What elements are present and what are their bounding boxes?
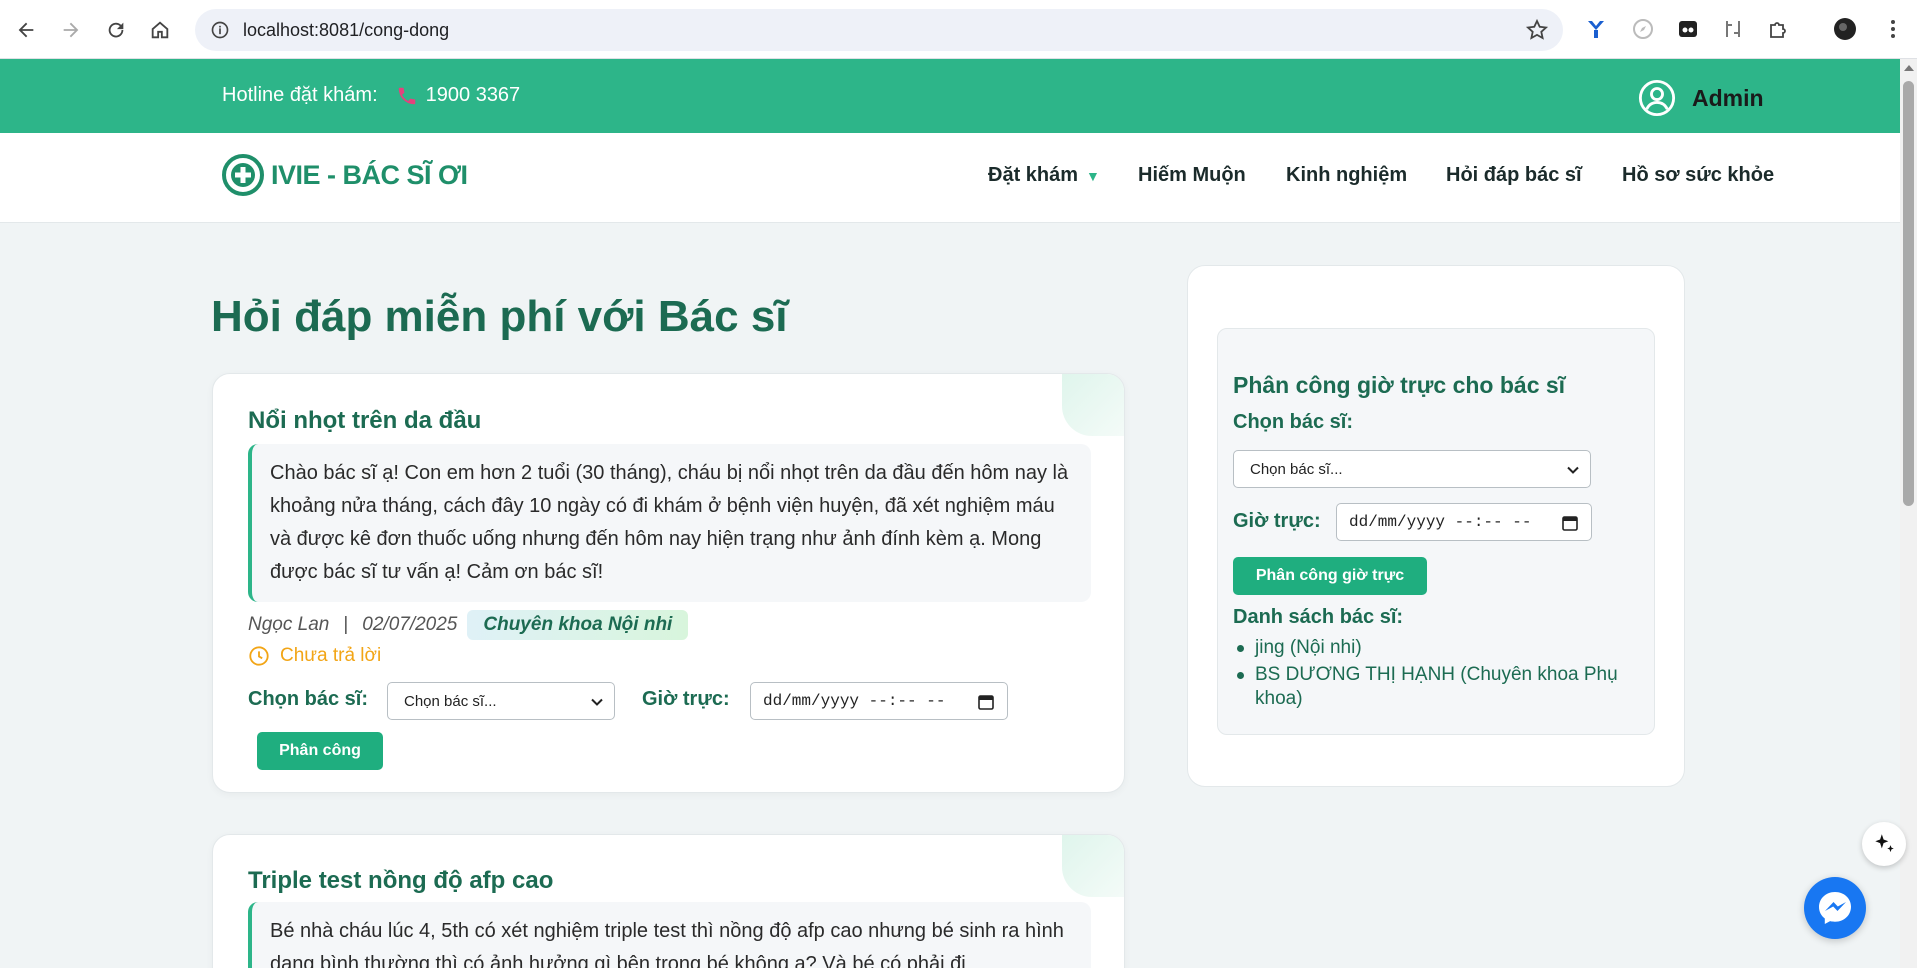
scrollbar-thumb[interactable] [1903, 81, 1914, 506]
nav-hoi-dap-bac-si[interactable]: Hỏi đáp bác sĩ [1446, 164, 1582, 187]
doctor-list-label: Danh sách bác sĩ: [1233, 606, 1404, 628]
sidebar-doctor-select-value: Chọn bác sĩ... [1250, 460, 1343, 478]
card-corner-decoration [1062, 835, 1124, 897]
dropdown-caret-icon: ▼ [1086, 168, 1100, 184]
sidebar-doctor-select[interactable]: Chọn bác sĩ... [1233, 450, 1591, 488]
meta-separator: | [343, 614, 349, 635]
sidebar-time-label: Giờ trực: [1233, 510, 1321, 532]
extension-glasses-icon[interactable] [1675, 16, 1701, 42]
nav-ho-so-suc-khoe[interactable]: Hồ sơ sức khỏe [1622, 164, 1774, 187]
page-title: Hỏi đáp miễn phí với Bác sĩ [211, 292, 788, 341]
card-corner-decoration [1062, 374, 1124, 436]
home-icon[interactable] [144, 14, 176, 46]
scroll-up-icon[interactable] [1904, 65, 1914, 71]
assign-shift-button[interactable]: Phân công giờ trực [1233, 557, 1427, 595]
logo-text: IVIE - BÁC SĨ ƠI [271, 159, 468, 190]
answer-status: Chưa trả lời [248, 645, 381, 667]
messenger-chat-icon[interactable] [1804, 877, 1866, 939]
calendar-icon[interactable] [1561, 514, 1579, 532]
user-avatar-icon[interactable] [1638, 79, 1676, 117]
specialty-badge: Chuyên khoa Nội nhi [467, 610, 689, 640]
back-icon[interactable] [10, 14, 42, 46]
question-title[interactable]: Nổi nhọt trên da đầu [248, 407, 481, 435]
site-info-icon[interactable] [209, 19, 231, 41]
nav-label: Đặt khám [988, 164, 1079, 186]
browser-menu-icon[interactable] [1880, 16, 1906, 42]
doctor-list-item: BS DƯƠNG THỊ HẠNH (Chuyên khoa Phụ khoa) [1233, 663, 1643, 711]
doctor-select-label: Chọn bác sĩ: [248, 688, 369, 710]
forward-icon[interactable] [55, 14, 87, 46]
chevron-down-icon [1566, 463, 1580, 477]
site-logo[interactable]: IVIE - BÁC SĨ ƠI [221, 153, 468, 197]
question-author: Ngọc Lan [248, 614, 330, 635]
nav-hiem-muon[interactable]: Hiếm Muộn [1138, 164, 1246, 187]
reload-icon[interactable] [100, 14, 132, 46]
sidebar-shift-datetime-input[interactable]: dd/mm/yyyy --:-- -- [1336, 503, 1592, 541]
question-date: 02/07/2025 [362, 614, 458, 635]
doctor-list-item: jing (Nội nhi) [1233, 636, 1643, 660]
extension-compass-icon[interactable] [1630, 16, 1656, 42]
extension-y-icon[interactable] [1583, 16, 1609, 42]
address-bar[interactable]: localhost:8081/cong-dong [195, 9, 1563, 51]
phone-icon [396, 85, 418, 107]
doctor-select[interactable]: Chọn bác sĩ... [387, 682, 615, 720]
question-title[interactable]: Triple test nồng độ afp cao [248, 867, 553, 895]
calendar-icon[interactable] [977, 693, 995, 711]
time-label: Giờ trực: [642, 688, 730, 710]
doctor-select-value: Chọn bác sĩ... [404, 692, 497, 710]
url-text: localhost:8081/cong-dong [243, 19, 450, 40]
chevron-down-icon [590, 695, 604, 709]
doctor-list: jing (Nội nhi) BS DƯƠNG THỊ HẠNH (Chuyên… [1233, 636, 1643, 714]
assign-button[interactable]: Phân công [257, 732, 383, 770]
nav-kinh-nghiem[interactable]: Kinh nghiệm [1286, 164, 1407, 187]
sidebar-datetime-placeholder: dd/mm/yyyy --:-- -- [1349, 513, 1532, 531]
question-card: Nổi nhọt trên da đầu Chào bác sĩ ạ! Con … [212, 373, 1125, 793]
assign-shift-heading: Phân công giờ trực cho bác sĩ [1233, 372, 1566, 398]
status-text: Chưa trả lời [280, 645, 382, 666]
user-name[interactable]: Admin [1692, 85, 1764, 112]
extension-bracket-icon[interactable] [1720, 16, 1746, 42]
ai-sparkle-icon[interactable] [1862, 822, 1906, 866]
logo-cross-icon [221, 153, 265, 197]
clock-icon [248, 645, 270, 667]
shift-datetime-input[interactable]: dd/mm/yyyy --:-- -- [750, 682, 1008, 720]
user-menu[interactable]: Admin [1638, 79, 1764, 117]
question-body: Bé nhà cháu lúc 4, 5th có xét nghiệm tri… [248, 902, 1091, 968]
bookmark-star-icon[interactable] [1525, 18, 1549, 42]
hotline: Hotline đặt khám: 1900 3367 [222, 84, 520, 107]
sidebar-doctor-label: Chọn bác sĩ: [1233, 411, 1354, 433]
question-card: Triple test nồng độ afp cao Bé nhà cháu … [212, 834, 1125, 968]
question-meta: Ngọc Lan | 02/07/2025 Chuyên khoa Nội nh… [248, 610, 689, 640]
profile-avatar-icon[interactable] [1832, 16, 1858, 42]
hotline-label: Hotline đặt khám: [222, 84, 378, 106]
datetime-placeholder: dd/mm/yyyy --:-- -- [763, 692, 946, 710]
browser-toolbar: localhost:8081/cong-dong [0, 0, 1917, 59]
extensions-puzzle-icon[interactable] [1765, 16, 1791, 42]
hotline-number[interactable]: 1900 3367 [426, 84, 521, 107]
question-body: Chào bác sĩ ạ! Con em hơn 2 tuổi (30 thá… [248, 444, 1091, 602]
nav-dat-kham[interactable]: Đặt khám ▼ [988, 164, 1100, 187]
